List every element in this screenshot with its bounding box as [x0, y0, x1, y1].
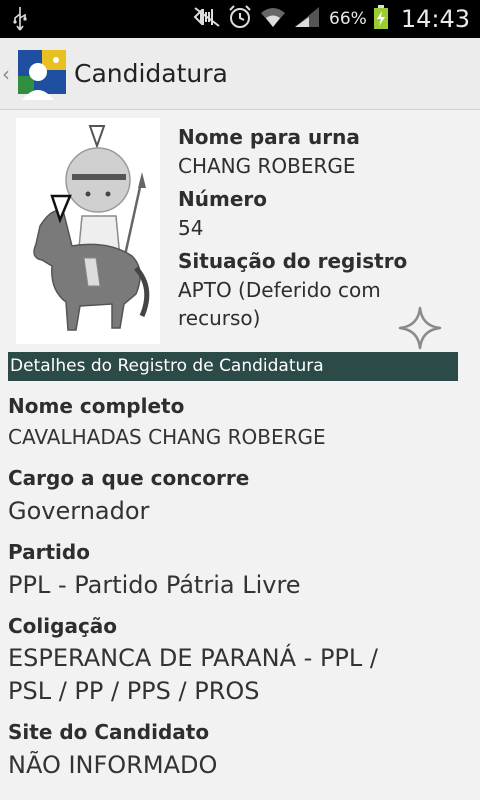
coalition-label: Coligação	[8, 614, 118, 638]
number-label: Número	[178, 187, 267, 211]
party-value: PPL - Partido Pátria Livre	[8, 571, 301, 599]
section-header: Detalhes do Registro de Candidatura	[8, 352, 458, 381]
status-bar: 66% 14:43	[0, 0, 480, 38]
battery-charging-icon	[373, 4, 389, 34]
registration-status-label: Situação do registro	[178, 249, 408, 273]
usb-icon	[12, 6, 28, 36]
ballot-name-value: CHANG ROBERGE	[178, 154, 356, 178]
registration-status-value: APTO (Deferido com recurso)	[178, 276, 418, 332]
page-title: Candidatura	[74, 59, 228, 88]
alarm-icon	[227, 4, 253, 34]
signal-icon	[293, 5, 321, 33]
clock: 14:43	[400, 5, 470, 33]
registration-status-line-2: recurso)	[178, 306, 261, 330]
battery-percent: 66%	[329, 9, 367, 29]
coalition-line-2: PSL / PP / PPS / PROS	[8, 677, 260, 705]
wifi-icon	[259, 5, 287, 33]
office-value: Governador	[8, 497, 150, 525]
candidate-photo	[16, 118, 160, 344]
favorite-star-icon[interactable]	[398, 306, 442, 350]
candidate-fields: Nome para urna CHANG ROBERGE Número 54 S…	[178, 122, 418, 332]
registration-status-line-1: APTO (Deferido com	[178, 278, 381, 302]
registration-details: Nome completo CAVALHADAS CHANG ROBERGE C…	[8, 390, 472, 790]
full-name-value: CAVALHADAS CHANG ROBERGE	[8, 425, 326, 449]
website-value: NÃO INFORMADO	[8, 751, 218, 779]
office-label: Cargo a que concorre	[8, 466, 250, 490]
number-value: 54	[178, 216, 204, 240]
chevron-left-icon[interactable]: ‹	[2, 62, 10, 86]
action-bar: ‹ Candidatura	[0, 38, 480, 110]
app-logo[interactable]	[12, 50, 68, 100]
full-name-label: Nome completo	[8, 394, 185, 418]
website-label: Site do Candidato	[8, 720, 210, 744]
mute-icon	[193, 6, 221, 32]
coalition-value: ESPERANCA DE PARANÁ - PPL / PSL / PP / P…	[8, 642, 472, 708]
coalition-line-1: ESPERANCA DE PARANÁ - PPL /	[8, 644, 378, 672]
ballot-name-label: Nome para urna	[178, 125, 360, 149]
party-label: Partido	[8, 540, 90, 564]
candidate-summary: Nome para urna CHANG ROBERGE Número 54 S…	[0, 110, 480, 350]
